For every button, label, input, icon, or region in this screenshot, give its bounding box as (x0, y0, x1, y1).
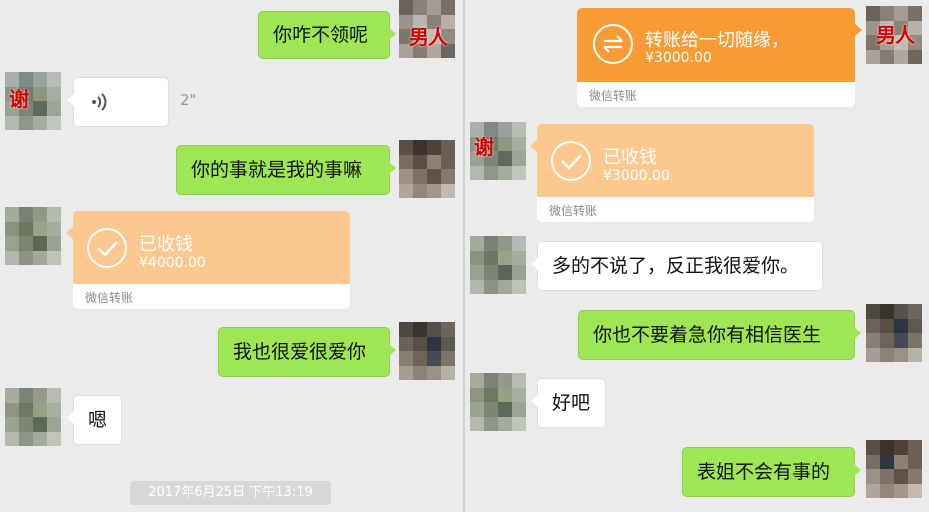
message-bubble-sent[interactable]: 表姐不会有事的 (682, 447, 861, 497)
avatar-me[interactable] (399, 140, 455, 198)
message-text: 我也很爱很爱你 (233, 341, 367, 363)
message-bubble-received[interactable]: 好吧 (531, 378, 606, 428)
message-bubble-sent[interactable]: 你的事就是我的事嘛 (176, 145, 396, 195)
avatar-other[interactable] (470, 236, 526, 294)
transfer-status: 已收钱 (603, 147, 657, 168)
transfer-title: 转账给一切随缘， (645, 30, 789, 51)
transfer-amount: ¥3000.00 (603, 168, 670, 184)
avatar-label: 谢 (474, 135, 494, 159)
chat-panel-right: 转账给一切随缘， ¥3000.00 微信转账 男人 谢 已收钱 ¥3000.00… (465, 0, 929, 512)
transfer-footer: 微信转账 (577, 82, 855, 107)
message-text: 你咋不领呢 (273, 24, 369, 46)
message-text: 你也不要着急你有相信医生 (593, 324, 822, 346)
transfer-footer: 微信转账 (73, 284, 350, 309)
voice-message-bubble[interactable] (67, 77, 169, 127)
transfer-amount: ¥4000.00 (139, 255, 206, 271)
avatar-label: 男人 (876, 23, 915, 47)
message-text: 你的事就是我的事嘛 (191, 159, 363, 181)
message-text: 多的不说了，反正我很爱你。 (552, 255, 800, 277)
message-bubble-received[interactable]: 嗯 (67, 395, 122, 445)
transfer-icon (593, 24, 633, 64)
transfer-card-sent[interactable]: 转账给一切随缘， ¥3000.00 微信转账 (577, 8, 862, 107)
message-text: 好吧 (552, 392, 591, 414)
transfer-footer: 微信转账 (537, 197, 814, 222)
check-icon (551, 141, 591, 181)
avatar-me[interactable]: 男人 (399, 0, 455, 58)
timestamp-divider: 2017年6月25日 下午13:19 (130, 481, 331, 505)
avatar-me[interactable]: 男人 (866, 6, 922, 64)
transfer-card-received[interactable]: 已收钱 ¥3000.00 微信转账 (530, 124, 814, 222)
chat-panel-left: 你咋不领呢 男人 谢 2" 你的事就是我的事嘛 已收钱 ¥4000.00 微信转… (0, 0, 463, 512)
avatar-other[interactable]: 谢 (5, 72, 61, 130)
transfer-amount: ¥3000.00 (645, 50, 712, 66)
avatar-other[interactable] (470, 373, 526, 431)
message-text: 表姐不会有事的 (697, 461, 831, 483)
message-bubble-sent[interactable]: 你也不要着急你有相信医生 (578, 310, 861, 360)
avatar-other[interactable] (5, 388, 61, 446)
transfer-card-received[interactable]: 已收钱 ¥4000.00 微信转账 (66, 211, 350, 309)
avatar-other[interactable] (5, 207, 61, 265)
avatar-label: 男人 (409, 25, 448, 49)
avatar-label: 谢 (9, 87, 29, 111)
message-text: 嗯 (88, 409, 108, 431)
avatar-me[interactable] (866, 304, 922, 362)
avatar-me[interactable] (399, 322, 455, 380)
voice-icon (92, 93, 107, 111)
avatar-other[interactable]: 谢 (470, 122, 526, 180)
message-bubble-sent[interactable]: 我也很爱很爱你 (218, 327, 396, 377)
transfer-status: 已收钱 (139, 234, 193, 255)
message-bubble-received[interactable]: 多的不说了，反正我很爱你。 (531, 241, 823, 291)
message-bubble-sent[interactable]: 你咋不领呢 (258, 11, 396, 59)
check-icon (87, 228, 127, 268)
voice-duration: 2" (180, 91, 197, 109)
avatar-me[interactable] (866, 440, 922, 498)
